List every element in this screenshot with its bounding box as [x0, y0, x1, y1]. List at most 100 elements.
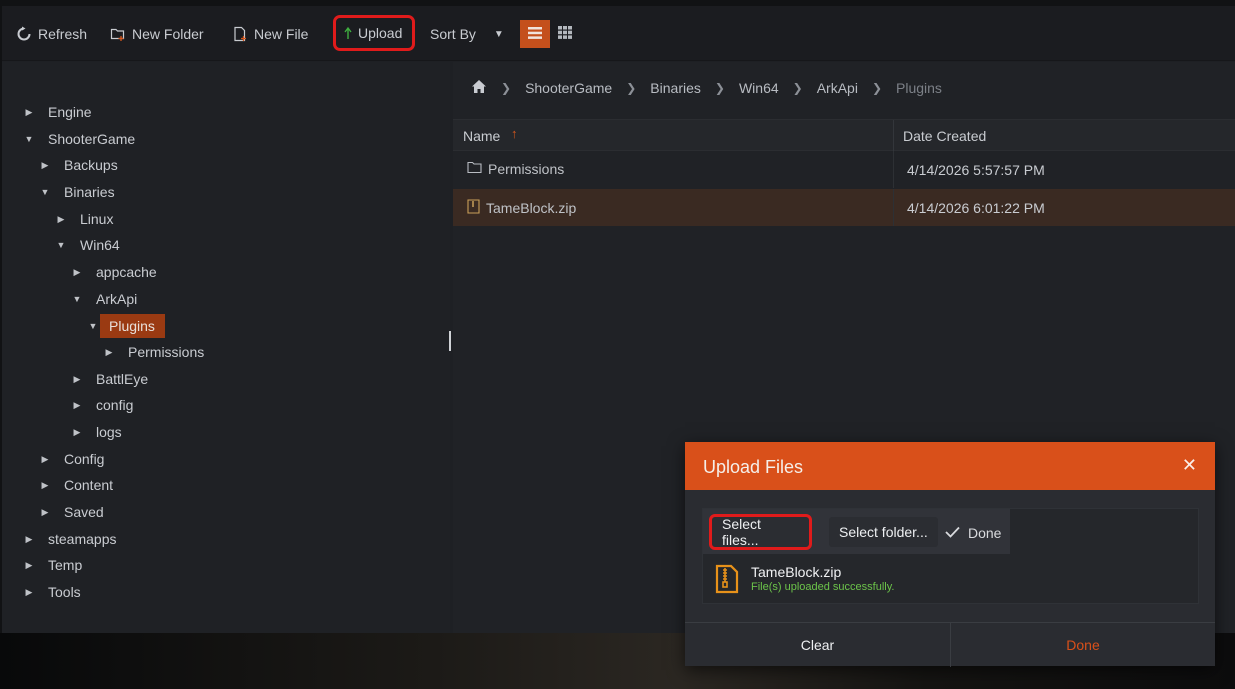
tree-item-arkapi[interactable]: ▼ ArkApi [72, 288, 141, 310]
folder-tree: ▶ Engine ▼ ShooterGame ▶ Backups ▼ Binaries … [2, 62, 450, 633]
list-view-icon [528, 26, 542, 42]
tree-item-shootergame[interactable]: ▼ ShooterGame [24, 128, 139, 150]
breadcrumb-item[interactable]: Win64 [739, 80, 779, 96]
list-view-button[interactable] [520, 20, 550, 48]
tree-item-win64[interactable]: ▼ Win64 [56, 234, 124, 256]
expand-arrow-icon[interactable]: ▶ [40, 454, 50, 465]
toolbar: Refresh New Folder New File Upload Sort … [2, 6, 1235, 61]
dialog-title: Upload Files [703, 457, 804, 477]
expand-arrow-icon[interactable]: ▶ [104, 347, 114, 358]
tree-item-logs[interactable]: ▶ logs [72, 421, 126, 443]
table-row[interactable]: TameBlock.zip 4/14/2026 6:01:22 PM [453, 189, 1235, 226]
home-icon[interactable] [471, 79, 487, 97]
tree-item-steamapps[interactable]: ▶ steamapps [24, 528, 120, 550]
select-files-button[interactable]: Select files... [709, 514, 812, 550]
breadcrumb-separator-icon: ❯ [871, 81, 882, 95]
clear-label: Clear [800, 637, 835, 653]
new-folder-button[interactable]: New Folder [102, 20, 212, 48]
column-header-date[interactable]: Date Created [903, 128, 986, 144]
tree-item-linux[interactable]: ▶ Linux [56, 208, 117, 230]
upload-dialog: Upload Files ✕ Select files... Select fo… [685, 442, 1215, 667]
grid-view-icon [558, 26, 572, 42]
collapse-arrow-icon[interactable]: ▼ [72, 294, 82, 304]
chevron-down-icon: ▼ [493, 28, 504, 40]
tree-item-plugins[interactable]: ▼ Plugins [88, 312, 165, 339]
tree-item-backups[interactable]: ▶ Backups [40, 154, 122, 176]
zip-file-icon [467, 199, 480, 217]
breadcrumb-current: Plugins [896, 80, 942, 96]
upload-done-status: Done [945, 525, 1001, 541]
expand-arrow-icon[interactable]: ▶ [72, 400, 82, 411]
column-divider [893, 151, 894, 188]
expand-arrow-icon[interactable]: ▶ [24, 560, 34, 571]
tree-item-engine[interactable]: ▶ Engine [24, 101, 96, 123]
new-file-label: New File [254, 26, 309, 42]
column-header-name[interactable]: Name [463, 128, 500, 144]
row-date: 4/14/2026 5:57:57 PM [907, 162, 1045, 178]
pane-splitter[interactable] [449, 331, 451, 351]
breadcrumb-item[interactable]: ArkApi [817, 80, 858, 96]
tree-item-saved[interactable]: ▶ Saved [40, 501, 108, 523]
upload-toolbar: Select files... Select folder... Done [703, 509, 1010, 554]
expand-arrow-icon[interactable]: ▶ [56, 214, 66, 225]
zip-file-icon [715, 564, 739, 597]
row-name: Permissions [488, 161, 565, 177]
refresh-label: Refresh [38, 26, 88, 42]
expand-arrow-icon[interactable]: ▶ [24, 107, 34, 118]
tree-item-config-lower[interactable]: ▶ config [72, 394, 137, 416]
breadcrumb-item[interactable]: ShooterGame [525, 80, 612, 96]
breadcrumb-item[interactable]: Binaries [650, 80, 701, 96]
tree-item-content[interactable]: ▶ Content [40, 474, 117, 496]
expand-arrow-icon[interactable]: ▶ [24, 587, 34, 598]
sort-by-dropdown[interactable]: Sort By ▼ [422, 20, 512, 48]
expand-arrow-icon[interactable]: ▶ [40, 160, 50, 171]
tree-item-battleye[interactable]: ▶ BattlEye [72, 368, 152, 390]
select-folder-label: Select folder... [839, 524, 928, 540]
new-file-icon [232, 26, 248, 42]
folder-icon [467, 161, 482, 177]
clear-button[interactable]: Clear [685, 623, 950, 667]
tree-item-appcache[interactable]: ▶ appcache [72, 261, 161, 283]
done-label: Done [1066, 637, 1100, 653]
row-name: TameBlock.zip [486, 200, 577, 216]
column-divider [893, 189, 894, 226]
sort-by-label: Sort By [430, 26, 476, 42]
upload-button[interactable]: Upload [333, 15, 415, 51]
upload-label: Upload [358, 25, 403, 41]
tree-item-config[interactable]: ▶ Config [40, 448, 108, 470]
breadcrumb-separator-icon: ❯ [501, 81, 512, 95]
collapse-arrow-icon[interactable]: ▼ [40, 187, 50, 197]
tree-item-temp[interactable]: ▶ Temp [24, 554, 86, 576]
expand-arrow-icon[interactable]: ▶ [40, 480, 50, 491]
collapse-arrow-icon[interactable]: ▼ [24, 134, 34, 144]
tree-item-permissions[interactable]: ▶ Permissions [104, 341, 208, 363]
refresh-button[interactable]: Refresh [8, 20, 95, 48]
done-button[interactable]: Done [950, 623, 1215, 667]
breadcrumb: ❯ ShooterGame ❯ Binaries ❯ Win64 ❯ ArkAp… [453, 62, 1235, 114]
select-folder-button[interactable]: Select folder... [829, 517, 938, 547]
expand-arrow-icon[interactable]: ▶ [72, 374, 82, 385]
select-files-label: Select files... [722, 516, 761, 548]
new-file-button[interactable]: New File [224, 20, 316, 48]
tree-item-binaries[interactable]: ▼ Binaries [40, 181, 119, 203]
dialog-header: Upload Files ✕ [685, 442, 1215, 490]
collapse-arrow-icon[interactable]: ▼ [88, 321, 98, 331]
breadcrumb-separator-icon: ❯ [792, 81, 803, 95]
expand-arrow-icon[interactable]: ▶ [72, 427, 82, 438]
expand-arrow-icon[interactable]: ▶ [72, 267, 82, 278]
row-name-cell: TameBlock.zip [467, 199, 576, 217]
breadcrumb-separator-icon: ❯ [714, 81, 725, 95]
breadcrumb-separator-icon: ❯ [626, 81, 637, 95]
new-folder-icon [110, 26, 126, 42]
column-divider[interactable] [893, 120, 894, 152]
tree-item-tools[interactable]: ▶ Tools [24, 581, 85, 603]
expand-arrow-icon[interactable]: ▶ [24, 534, 34, 545]
close-icon[interactable]: ✕ [1182, 455, 1197, 476]
new-folder-label: New Folder [132, 26, 204, 42]
expand-arrow-icon[interactable]: ▶ [40, 507, 50, 518]
upload-icon [344, 25, 352, 41]
upload-done-label: Done [968, 525, 1002, 541]
collapse-arrow-icon[interactable]: ▼ [56, 240, 66, 250]
grid-view-button[interactable] [550, 20, 580, 48]
table-row[interactable]: Permissions 4/14/2026 5:57:57 PM [453, 151, 1235, 188]
